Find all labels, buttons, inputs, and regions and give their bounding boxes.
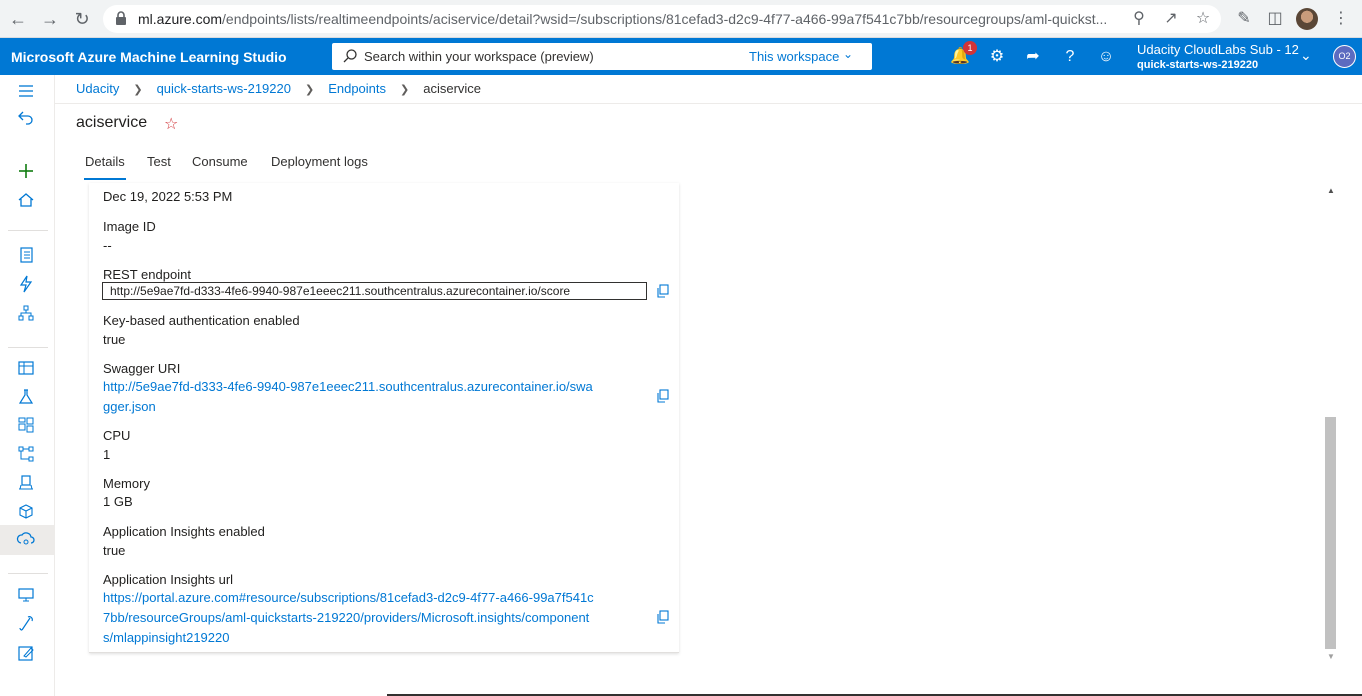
chevron-right-icon: ❯ bbox=[304, 84, 315, 96]
workspace-search[interactable]: Search within your workspace (preview) T… bbox=[332, 43, 872, 70]
account-switcher[interactable]: Udacity CloudLabs Sub - 12 quick-starts-… bbox=[1137, 42, 1299, 71]
lock-icon[interactable] bbox=[115, 11, 127, 25]
back-icon[interactable]: ← bbox=[6, 7, 30, 31]
subscription-name: Udacity CloudLabs Sub - 12 bbox=[1137, 42, 1299, 57]
app-insights-enabled-label: Application Insights enabled bbox=[103, 524, 265, 539]
content-scrollbar[interactable]: ▲ ▼ bbox=[1323, 183, 1339, 664]
tab-deployment-logs[interactable]: Deployment logs bbox=[271, 154, 368, 169]
designer-icon[interactable] bbox=[16, 303, 36, 323]
nav-divider bbox=[8, 347, 48, 348]
browser-profile-avatar[interactable] bbox=[1296, 8, 1318, 30]
feedback-megaphone-icon[interactable]: ➦ bbox=[1022, 46, 1044, 68]
search-scope-dropdown[interactable]: This workspace bbox=[749, 49, 839, 64]
zoom-icon[interactable]: ⚲ bbox=[1129, 9, 1149, 29]
compute-monitor-icon[interactable] bbox=[16, 585, 36, 605]
breadcrumb-workspace[interactable]: quick-starts-ws-219220 bbox=[157, 81, 291, 96]
app-insights-url-line2: 7bb/resourceGroups/aml-quickstarts-21922… bbox=[103, 610, 590, 625]
extensions-icon[interactable]: ✎ bbox=[1233, 8, 1255, 30]
app-insights-url-label: Application Insights url bbox=[103, 572, 234, 587]
side-panel-icon[interactable]: ◫ bbox=[1264, 8, 1286, 30]
chevron-right-icon: ❯ bbox=[400, 84, 410, 96]
header-divider bbox=[55, 103, 1362, 104]
notification-badge: 1 bbox=[963, 41, 977, 55]
address-bar[interactable]: ml.azure.com/endpoints/lists/realtimeend… bbox=[103, 5, 1221, 33]
key-auth-label: Key-based authentication enabled bbox=[103, 313, 300, 328]
nav-divider bbox=[8, 230, 48, 231]
breadcrumb-current: aciservice bbox=[423, 81, 482, 96]
automated-ml-icon[interactable] bbox=[16, 274, 36, 294]
share-icon[interactable]: ↗ bbox=[1161, 9, 1181, 29]
environments-cube-icon[interactable] bbox=[16, 502, 36, 522]
smiley-feedback-icon[interactable]: ☺ bbox=[1095, 46, 1117, 68]
app-insights-url-line1: https://portal.azure.com#resource/subscr… bbox=[103, 590, 594, 605]
created-date-value: Dec 19, 2022 5:53 PM bbox=[103, 189, 233, 204]
app-insights-enabled-value: true bbox=[103, 543, 126, 558]
datastores-icon[interactable] bbox=[16, 614, 36, 634]
details-card: Dec 19, 2022 5:53 PM Image ID -- REST en… bbox=[89, 183, 679, 653]
app-insights-url-link[interactable]: https://portal.azure.com#resource/subscr… bbox=[103, 588, 648, 648]
browser-toolbar: ← → ↻ ml.azure.com/endpoints/lists/realt… bbox=[0, 0, 1362, 38]
data-labeling-edit-icon[interactable] bbox=[16, 643, 36, 663]
cpu-label: CPU bbox=[103, 428, 131, 443]
chevron-right-icon: ❯ bbox=[133, 84, 143, 96]
memory-label: Memory bbox=[103, 476, 150, 491]
back-arrow-icon[interactable] bbox=[16, 107, 36, 127]
image-id-label: Image ID bbox=[103, 219, 156, 234]
datasets-icon[interactable] bbox=[16, 358, 36, 378]
url-host: ml.azure.com bbox=[138, 11, 223, 27]
scroll-down-arrow-icon[interactable]: ▼ bbox=[1327, 652, 1335, 661]
pipelines-icon[interactable] bbox=[16, 415, 36, 435]
memory-value: 1 GB bbox=[103, 494, 133, 509]
scroll-up-arrow-icon[interactable]: ▲ bbox=[1327, 186, 1335, 195]
left-nav bbox=[0, 75, 55, 696]
create-new-plus-icon[interactable] bbox=[16, 161, 36, 181]
rest-endpoint-label: REST endpoint bbox=[103, 267, 191, 282]
forward-icon[interactable]: → bbox=[38, 7, 62, 31]
app-brand[interactable]: Microsoft Azure Machine Learning Studio bbox=[11, 49, 287, 65]
settings-gear-icon[interactable]: ⚙ bbox=[986, 46, 1008, 68]
experiments-flask-icon[interactable] bbox=[16, 387, 36, 407]
browser-menu-icon[interactable]: ⋮ bbox=[1330, 8, 1352, 30]
workspace-name: quick-starts-ws-219220 bbox=[1137, 59, 1259, 71]
notebooks-icon[interactable] bbox=[16, 245, 36, 265]
nav-divider bbox=[8, 573, 48, 574]
swagger-uri-label: Swagger URI bbox=[103, 361, 181, 376]
swagger-uri-link[interactable]: http://5e9ae7fd-d333-4fe6-9940-987e1eeec… bbox=[103, 377, 648, 417]
reload-icon[interactable]: ↻ bbox=[70, 7, 94, 31]
breadcrumb: Udacity ❯ quick-starts-ws-219220 ❯ Endpoints… bbox=[76, 81, 495, 96]
copy-icon[interactable] bbox=[656, 284, 670, 298]
page-title: aciservice bbox=[76, 114, 148, 131]
chevron-down-icon[interactable]: ⌄ bbox=[1300, 47, 1312, 64]
search-input[interactable]: Search within your workspace (preview) bbox=[364, 49, 594, 64]
url-path: /endpoints/lists/realtimeendpoints/acise… bbox=[222, 11, 1108, 27]
home-icon[interactable] bbox=[16, 190, 36, 210]
url-text[interactable]: ml.azure.com/endpoints/lists/realtimeend… bbox=[138, 11, 1123, 27]
bookmark-star-icon[interactable]: ☆ bbox=[1193, 9, 1213, 29]
swagger-uri-line2: gger.json bbox=[103, 399, 156, 414]
user-avatar[interactable]: O2 bbox=[1333, 45, 1356, 68]
search-icon bbox=[343, 49, 357, 63]
tab-details[interactable]: Details bbox=[84, 154, 126, 180]
tab-consume[interactable]: Consume bbox=[192, 154, 248, 169]
help-icon[interactable]: ? bbox=[1059, 46, 1081, 68]
favorite-star-icon[interactable]: ☆ bbox=[164, 114, 178, 134]
rest-endpoint-field[interactable]: http://5e9ae7fd-d333-4fe6-9940-987e1eeec… bbox=[102, 282, 647, 300]
tab-test[interactable]: Test bbox=[147, 154, 171, 169]
endpoints-icon[interactable] bbox=[16, 530, 36, 550]
chevron-down-icon[interactable]: ⌄ bbox=[843, 47, 853, 61]
swagger-uri-line1: http://5e9ae7fd-d333-4fe6-9940-987e1eeec… bbox=[103, 379, 593, 394]
breadcrumb-udacity[interactable]: Udacity bbox=[76, 81, 119, 96]
data-labeling-icon[interactable] bbox=[16, 444, 36, 464]
hamburger-menu-icon[interactable] bbox=[16, 81, 36, 101]
cpu-value: 1 bbox=[103, 447, 111, 462]
image-id-value: -- bbox=[103, 238, 112, 253]
scroll-thumb[interactable] bbox=[1325, 417, 1336, 649]
breadcrumb-endpoints[interactable]: Endpoints bbox=[328, 81, 386, 96]
copy-icon[interactable] bbox=[656, 389, 670, 403]
app-insights-url-line3: s/mlappinsight219220 bbox=[103, 630, 230, 645]
app-header: Microsoft Azure Machine Learning Studio … bbox=[0, 38, 1362, 75]
key-auth-value: true bbox=[103, 332, 126, 347]
models-icon[interactable] bbox=[16, 473, 36, 493]
copy-icon[interactable] bbox=[656, 610, 670, 624]
